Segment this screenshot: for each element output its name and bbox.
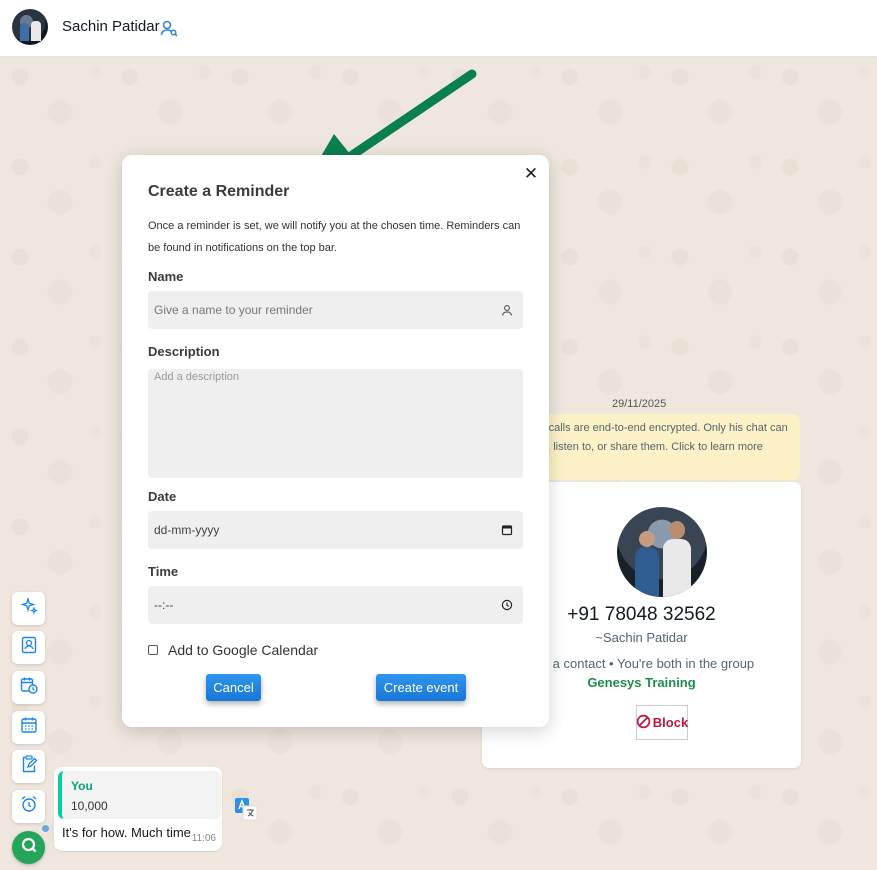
message-text: It's for how. Much time xyxy=(62,825,191,840)
ai-sparkle-button[interactable] xyxy=(12,592,45,625)
quote-text: 10,000 xyxy=(71,799,108,813)
reminder-name-input[interactable]: Give a name to your reminder xyxy=(148,291,523,329)
description-placeholder: Add a description xyxy=(154,371,239,383)
calendar-icon xyxy=(19,715,39,740)
clock-icon[interactable] xyxy=(501,599,513,611)
block-label: Block xyxy=(652,715,689,730)
clipboard-edit-icon xyxy=(19,754,39,779)
contact-name[interactable]: Sachin Patidar xyxy=(62,18,160,35)
time-label: Time xyxy=(148,564,179,579)
google-calendar-checkbox[interactable] xyxy=(148,645,158,655)
description-label: Description xyxy=(148,344,220,359)
app-launcher-button[interactable] xyxy=(12,831,45,864)
date-chip: 29/11/2025 xyxy=(612,398,667,410)
contact-card-icon xyxy=(19,635,39,660)
reminder-button[interactable] xyxy=(12,790,45,823)
translate-icon[interactable] xyxy=(234,797,258,821)
calendar-button[interactable] xyxy=(12,711,45,744)
name-label: Name xyxy=(148,269,184,284)
schedule-button[interactable] xyxy=(12,671,45,704)
notification-dot xyxy=(42,825,49,832)
contact-info-icon[interactable] xyxy=(160,19,178,37)
time-input[interactable]: --:-- xyxy=(148,586,523,624)
user-icon xyxy=(501,304,513,316)
google-calendar-option[interactable]: Add to Google Calendar xyxy=(148,642,318,658)
calendar-picker-icon[interactable] xyxy=(501,524,513,536)
chat-header: Sachin Patidar xyxy=(0,0,877,57)
avatar[interactable] xyxy=(12,9,48,45)
time-placeholder: --:-- xyxy=(154,598,174,612)
notes-button[interactable] xyxy=(12,750,45,783)
close-icon[interactable]: ✕ xyxy=(522,164,540,183)
google-calendar-label: Add to Google Calendar xyxy=(168,642,319,658)
dialog-description: Once a reminder is set, we will notify y… xyxy=(148,220,521,254)
dialog-title: Create a Reminder xyxy=(148,183,290,200)
quote-author: You xyxy=(71,779,93,793)
block-icon xyxy=(636,714,651,732)
app-logo-icon xyxy=(19,835,39,860)
date-placeholder: dd-mm-yyyy xyxy=(154,523,220,537)
message-time: 11:06 xyxy=(191,833,216,844)
date-input[interactable]: dd-mm-yyyy xyxy=(148,511,523,549)
date-label: Date xyxy=(148,489,177,504)
alarm-clock-icon xyxy=(19,794,39,819)
create-reminder-dialog: Create a Reminder ✕ Once a reminder is s… xyxy=(122,155,549,727)
contact-photo[interactable] xyxy=(617,507,707,597)
block-button[interactable]: Block xyxy=(636,705,688,740)
contact-card-button[interactable] xyxy=(12,631,45,664)
cancel-button[interactable]: Cancel xyxy=(206,674,261,701)
create-event-button[interactable]: Create event xyxy=(376,674,466,701)
calendar-clock-icon xyxy=(19,675,39,700)
quoted-message[interactable]: You 10,000 xyxy=(58,771,221,819)
name-placeholder: Give a name to your reminder xyxy=(154,303,313,317)
sparkle-icon xyxy=(19,596,39,621)
chat-message[interactable]: You 10,000 It's for how. Much time 11:06 xyxy=(54,767,222,851)
reminder-description-textarea[interactable]: Add a description xyxy=(148,369,523,478)
